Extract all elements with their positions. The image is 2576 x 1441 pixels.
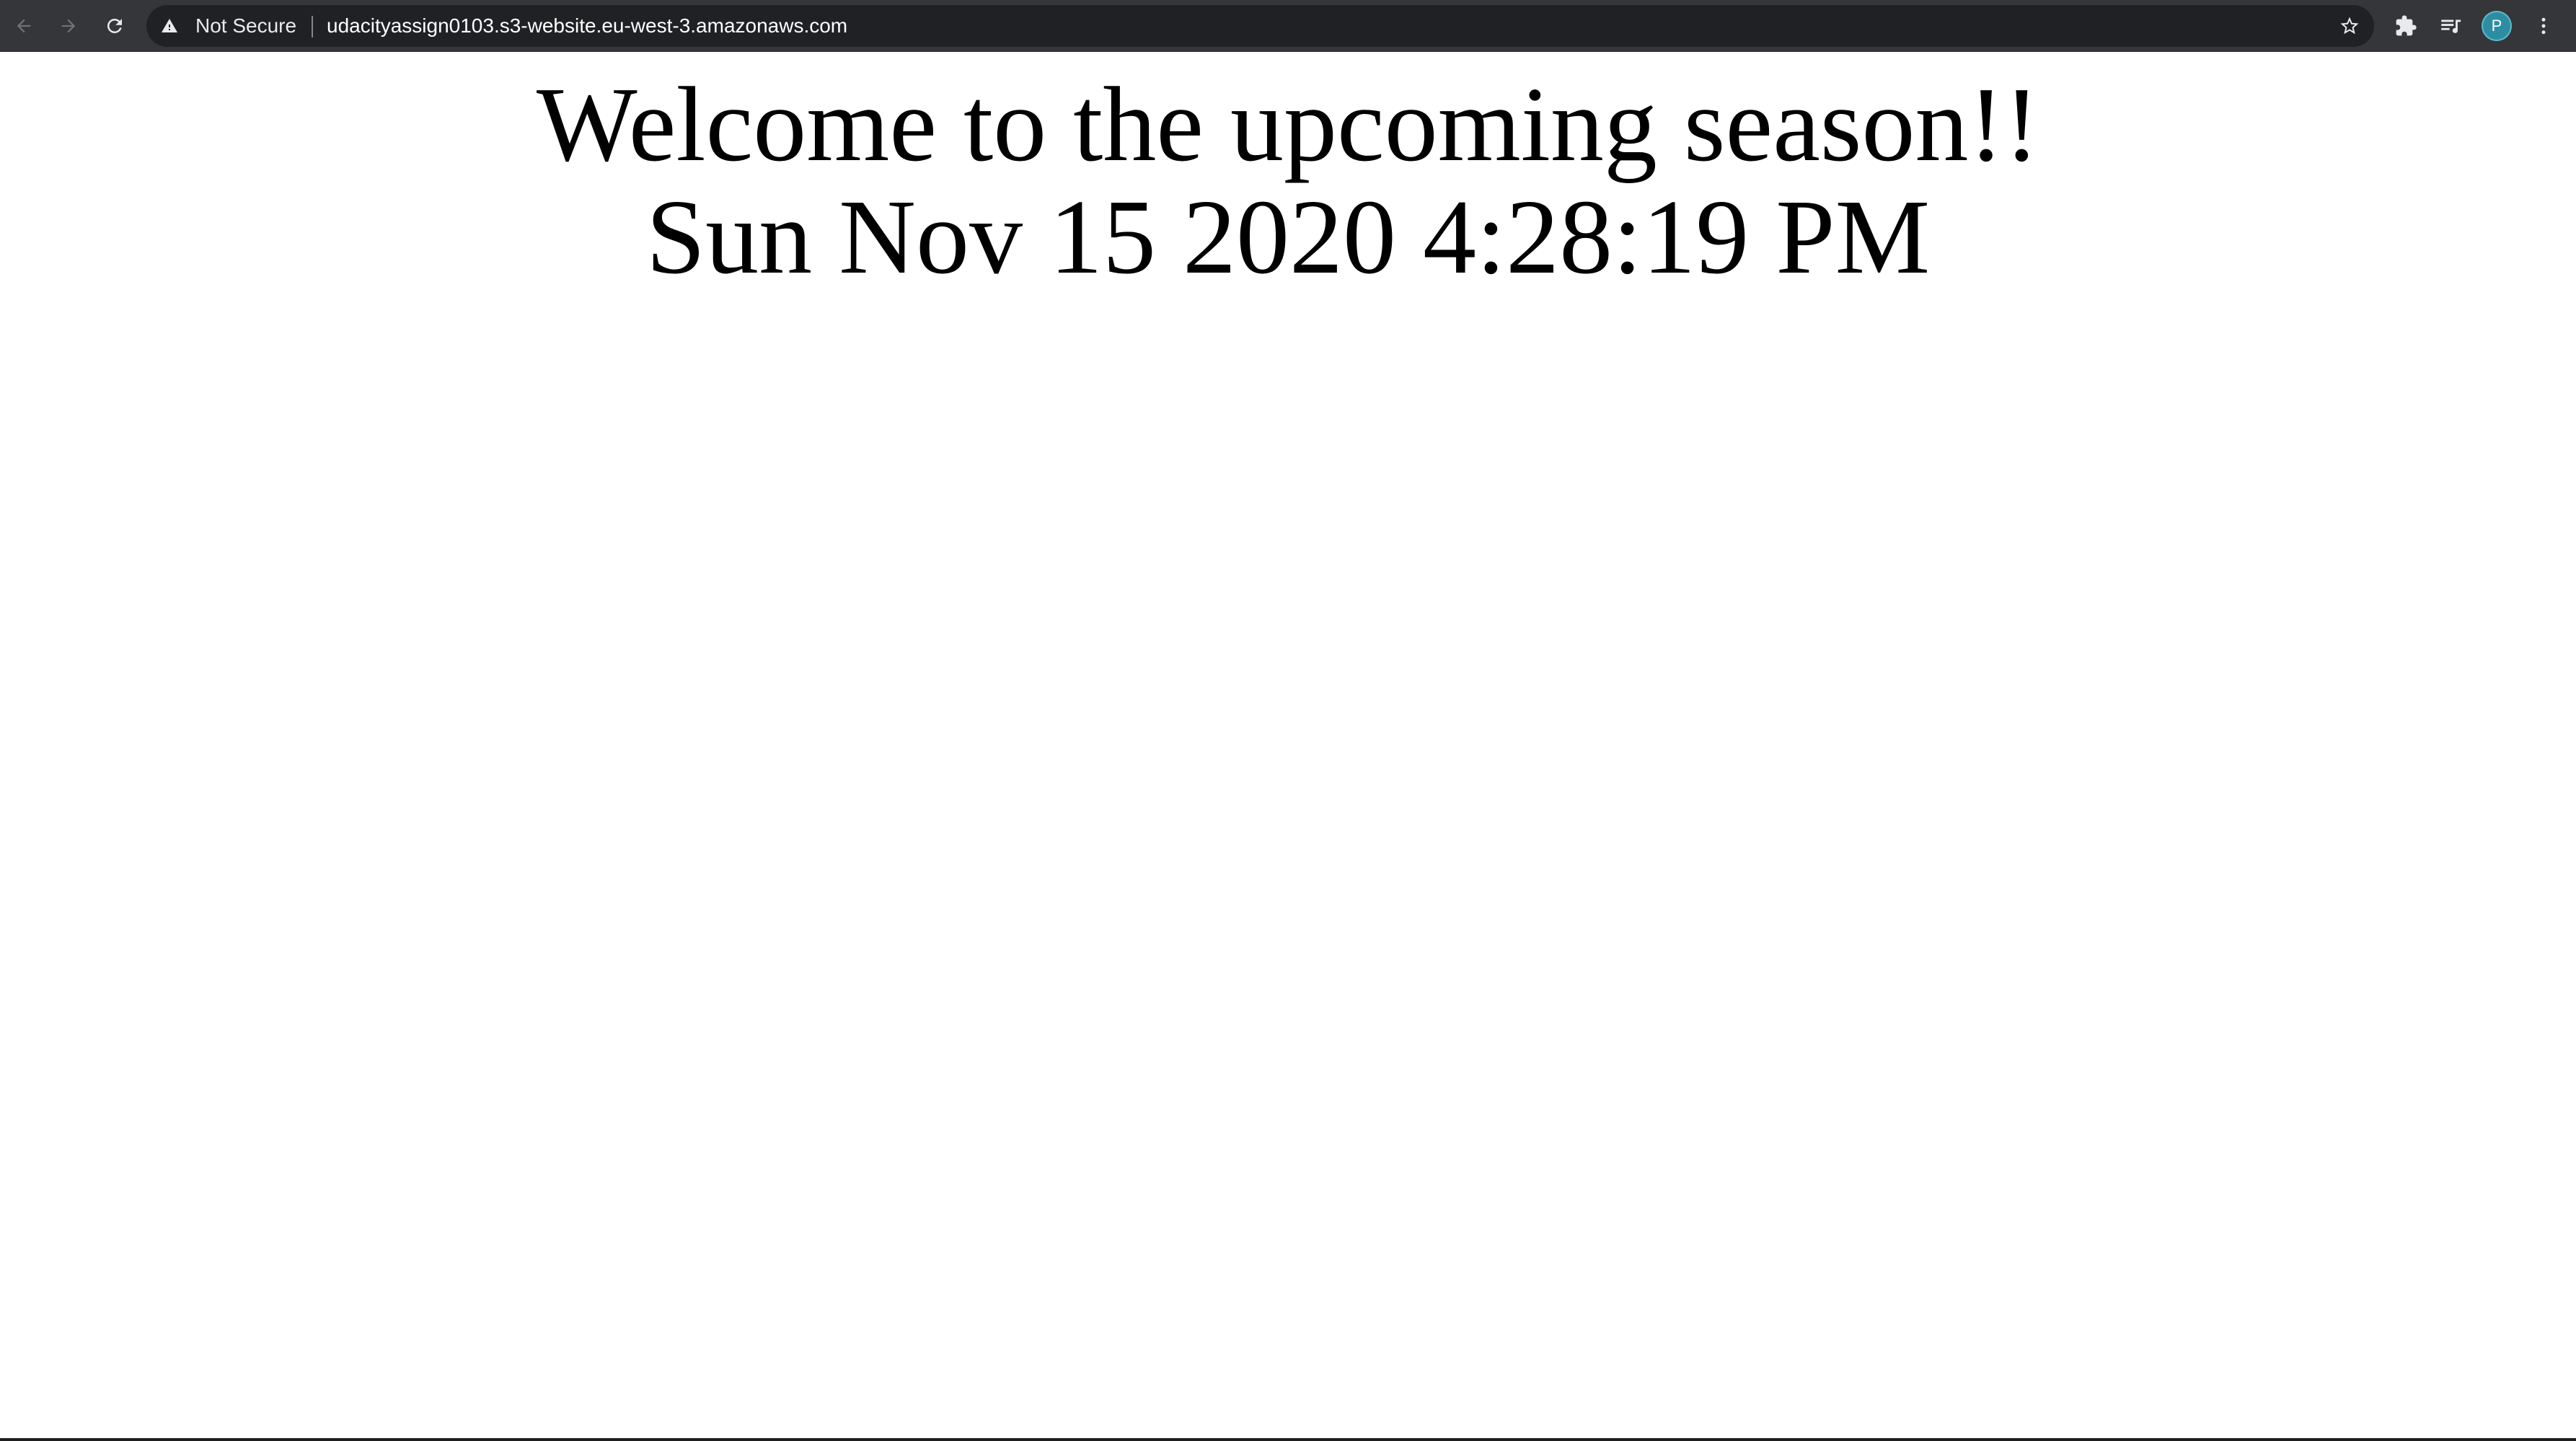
arrow-right-icon — [61, 19, 76, 33]
welcome-heading: Welcome to the upcoming season!! — [536, 66, 2040, 184]
reload-icon — [107, 18, 122, 33]
browser-menu-button[interactable] — [2528, 10, 2559, 42]
warning-triangle-icon[interactable] — [161, 17, 178, 35]
media-controls-button[interactable] — [2435, 10, 2466, 42]
extensions-button[interactable] — [2390, 10, 2422, 42]
omnibox-divider — [312, 16, 313, 38]
address-bar[interactable]: Not Secure udacityassign0103.s3-website.… — [146, 5, 2374, 47]
kebab-menu-icon — [2541, 17, 2546, 35]
media-queue-icon — [2441, 19, 2461, 33]
browser-toolbar: Not Secure udacityassign0103.s3-website.… — [0, 0, 2576, 52]
page-content: Welcome to the upcoming season!! Sun Nov… — [0, 52, 2576, 1441]
puzzle-icon — [2396, 15, 2417, 36]
bookmark-button[interactable] — [2335, 12, 2364, 40]
avatar: P — [2482, 11, 2512, 41]
back-button[interactable] — [6, 9, 41, 43]
window-bottom-edge — [0, 1438, 2576, 1441]
arrow-left-icon — [17, 19, 31, 33]
forward-button[interactable] — [51, 9, 86, 43]
profile-button[interactable]: P — [2481, 10, 2513, 42]
url-text[interactable]: udacityassign0103.s3-website.eu-west-3.a… — [327, 5, 847, 47]
reload-button[interactable] — [97, 9, 132, 43]
star-icon — [2340, 17, 2359, 35]
datetime-heading: Sun Nov 15 2020 4:28:19 PM — [645, 178, 1931, 296]
security-status-label[interactable]: Not Secure — [195, 5, 296, 47]
